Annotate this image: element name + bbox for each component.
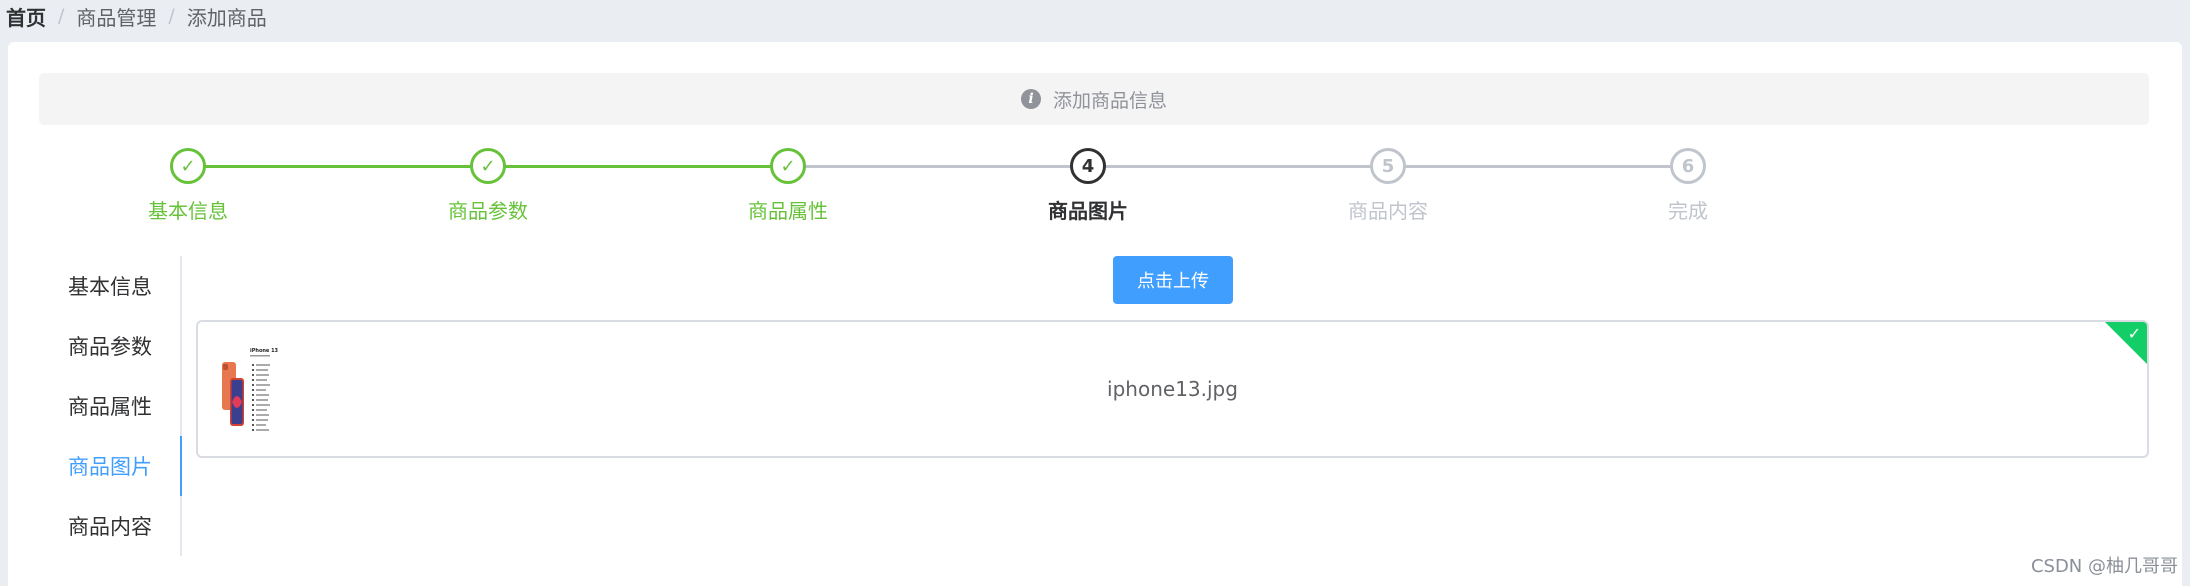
- step-title: 基本信息: [148, 199, 228, 223]
- breadcrumb-separator: /: [58, 5, 65, 27]
- tab-goods-content[interactable]: 商品内容: [8, 496, 180, 556]
- step-title: 商品内容: [1348, 199, 1428, 223]
- tab-basic-info[interactable]: 基本信息: [8, 256, 180, 316]
- upload-success-badge: [2103, 322, 2147, 366]
- step-title: 商品图片: [1048, 199, 1128, 223]
- breadcrumb-add-goods: 添加商品: [186, 5, 267, 30]
- check-icon: ✓: [770, 148, 806, 184]
- check-icon: ✓: [170, 148, 206, 184]
- watermark: CSDN @柚几哥哥: [2030, 556, 2178, 577]
- step-finish: 6 完成: [1588, 148, 1788, 224]
- step-number: 4: [1070, 148, 1106, 184]
- step-goods-images: 4 商品图片: [988, 148, 1188, 224]
- check-icon: ✓: [2127, 324, 2141, 343]
- vertical-tabs: 基本信息 商品参数 商品属性 商品图片 商品内容: [8, 256, 182, 556]
- step-number: 6: [1670, 148, 1706, 184]
- step-line-pending: [788, 165, 1688, 168]
- tab-goods-attrs[interactable]: 商品属性: [8, 376, 180, 436]
- file-name[interactable]: iphone13.jpg: [198, 322, 2147, 456]
- info-alert: i 添加商品信息: [39, 73, 2149, 125]
- step-number: 5: [1370, 148, 1406, 184]
- check-icon: ✓: [470, 148, 506, 184]
- alert-text: 添加商品信息: [1052, 89, 1167, 112]
- step-title: 完成: [1668, 199, 1708, 223]
- main-card: i 添加商品信息 ✓ 基本信息 ✓ 商品参数 ✓ 商品属性 4 商品图片 5 商…: [8, 42, 2182, 586]
- step-goods-params: ✓ 商品参数: [388, 148, 588, 224]
- tab-goods-params[interactable]: 商品参数: [8, 316, 180, 376]
- info-icon: i: [1020, 89, 1041, 109]
- step-basic-info: ✓ 基本信息: [88, 148, 288, 224]
- step-goods-content: 5 商品内容: [1288, 148, 1488, 224]
- uploaded-file-item[interactable]: iPhone 13 iphone13.jpg ✓: [196, 320, 2149, 458]
- step-title: 商品参数: [448, 199, 528, 223]
- step-title: 商品属性: [748, 199, 828, 223]
- breadcrumb-home[interactable]: 首页: [6, 2, 46, 31]
- tab-goods-images[interactable]: 商品图片: [8, 436, 182, 496]
- steps-bar: ✓ 基本信息 ✓ 商品参数 ✓ 商品属性 4 商品图片 5 商品内容 6 完成: [8, 148, 2182, 228]
- breadcrumb-goods-management: 商品管理: [76, 5, 157, 30]
- breadcrumb-separator: /: [168, 5, 175, 27]
- step-goods-attrs: ✓ 商品属性: [688, 148, 888, 224]
- upload-button[interactable]: 点击上传: [1113, 256, 1233, 304]
- breadcrumb: 首页 / 商品管理 / 添加商品: [6, 0, 267, 32]
